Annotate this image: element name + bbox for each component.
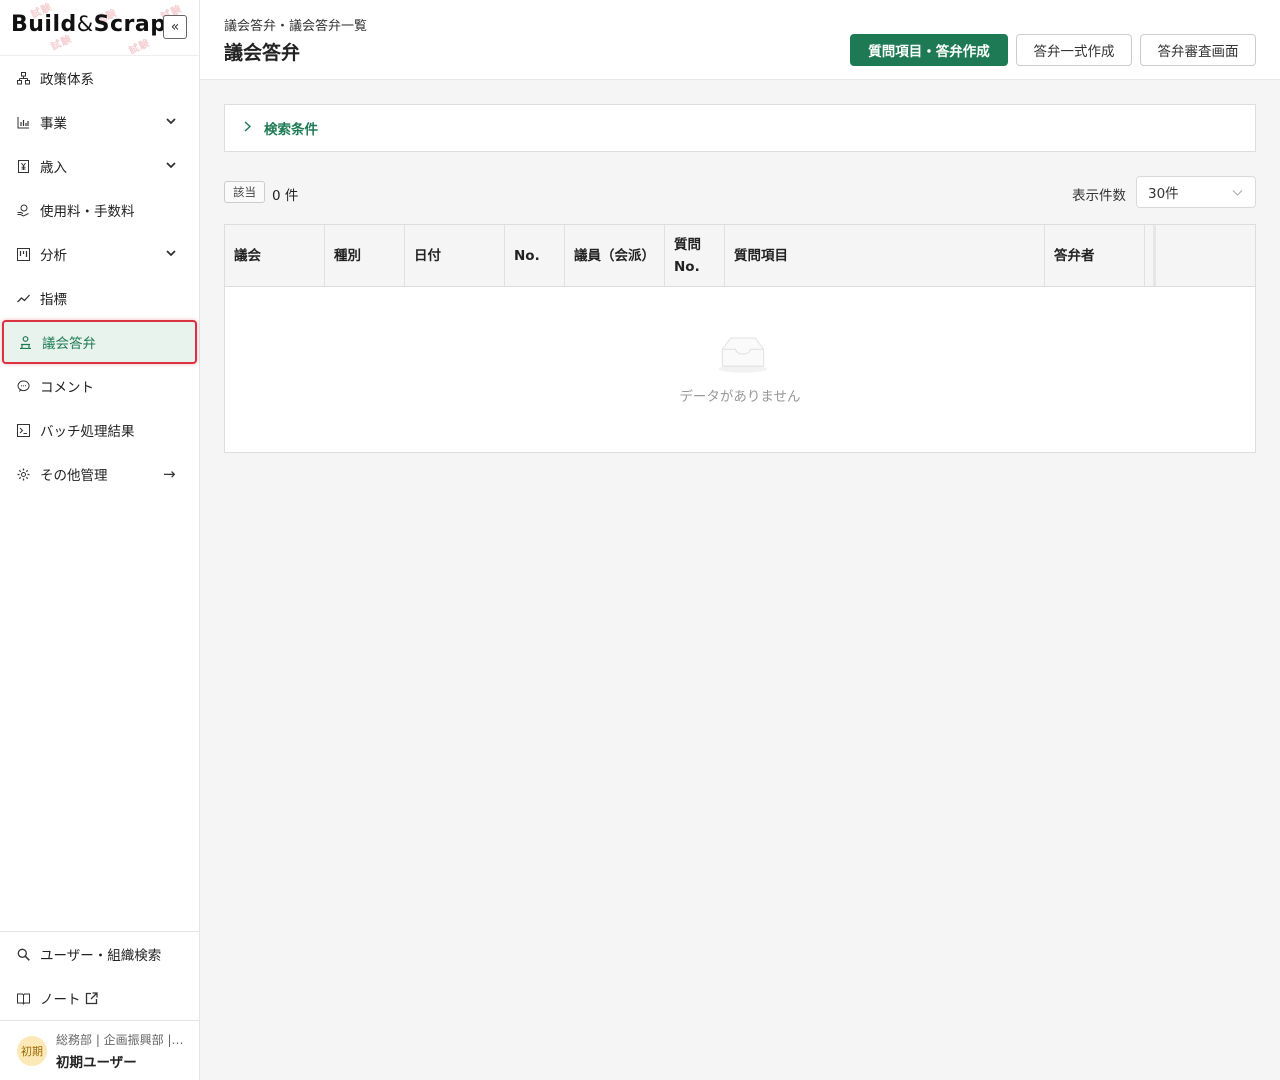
sidebar-item-label: 事業 xyxy=(40,116,67,132)
sidebar-item-label: その他管理 xyxy=(40,468,108,484)
sidebar-item-label: 使用料・手数料 xyxy=(40,204,135,220)
table-header: 議会 種別 日付 No. 議員（会派） 質問 No. 質問項目 答弁者 指 xyxy=(225,225,1255,287)
sidebar-item-assembly-answers[interactable]: 議会答弁 xyxy=(2,320,197,364)
empty-state: データがありません xyxy=(225,287,1255,452)
chevron-right-icon xyxy=(243,120,252,136)
sidebar-nav: 政策体系 事業 歳入 使用料・手数料 分析 指標 議会答弁 コメント バッチ処理… xyxy=(0,56,199,496)
sidebar-item-comments[interactable]: コメント xyxy=(0,364,199,408)
sidebar-item-label: ユーザー・組織検索 xyxy=(40,948,162,964)
double-chevron-left-icon: « xyxy=(170,19,180,35)
answer-review-button[interactable]: 答弁審査画面 xyxy=(1140,34,1256,66)
sidebar-item-policy-system[interactable]: 政策体系 xyxy=(0,56,199,100)
chevron-down-icon xyxy=(1232,190,1243,196)
logo-text-scrap: Scrap xyxy=(93,12,167,37)
app-logo[interactable]: Build&Scrap xyxy=(11,12,167,37)
sidebar-item-label: 指標 xyxy=(40,292,67,308)
create-answer-set-button[interactable]: 答弁一式作成 xyxy=(1016,34,1132,66)
empty-inbox-icon xyxy=(718,337,768,373)
main-content: 議会答弁・議会答弁一覧 議会答弁 質問項目・答弁作成 答弁一式作成 答弁審査画面… xyxy=(200,0,1280,1080)
create-question-answer-button[interactable]: 質問項目・答弁作成 xyxy=(850,34,1008,66)
terminal-icon xyxy=(16,423,30,437)
sidebar-item-notes[interactable]: ノート xyxy=(0,976,199,1020)
fixed-column-shadow xyxy=(1153,225,1156,286)
user-name: 初期ユーザー xyxy=(56,1054,137,1071)
sidebar-item-user-org-search[interactable]: ユーザー・組織検索 xyxy=(0,932,199,976)
sidebar-item-label: 分析 xyxy=(40,248,67,264)
sidebar-item-label: バッチ処理結果 xyxy=(40,424,135,440)
per-page-value: 30件 xyxy=(1148,186,1179,202)
search-conditions-label: 検索条件 xyxy=(264,122,318,138)
per-page-label: 表示件数 xyxy=(1072,188,1126,204)
column-header-question-number[interactable]: 質問 No. xyxy=(665,225,725,286)
collapse-sidebar-button[interactable]: « xyxy=(163,15,187,39)
external-link-icon xyxy=(85,991,98,1005)
book-icon xyxy=(16,991,30,1005)
podium-person-icon xyxy=(18,335,32,349)
results-toolbar: 該当 0 件 表示件数 30件 xyxy=(224,176,1256,208)
chevron-down-icon[interactable] xyxy=(164,114,178,128)
sidebar-item-other-admin[interactable]: その他管理 → xyxy=(0,452,199,496)
gear-icon xyxy=(16,467,30,481)
sidebar-footer: ユーザー・組織検索 ノート 初期 総務部 | 企画振興部 | … 初期ユーザー xyxy=(0,931,199,1080)
breadcrumb: 議会答弁・議会答弁一覧 xyxy=(224,19,368,34)
logo-text-build: Build xyxy=(11,12,77,37)
answers-table: 議会 種別 日付 No. 議員（会派） 質問 No. 質問項目 答弁者 指 デー… xyxy=(224,224,1256,453)
column-header-respondent[interactable]: 答弁者 xyxy=(1045,225,1145,286)
avatar: 初期 xyxy=(17,1035,47,1066)
sidebar-item-label: 議会答弁 xyxy=(42,336,96,352)
column-header-assembly[interactable]: 議会 xyxy=(225,225,325,286)
logo-ampersand: & xyxy=(76,12,94,36)
result-count-tag: 該当 xyxy=(224,181,265,203)
trend-line-icon xyxy=(16,291,30,305)
bar-chart-icon xyxy=(16,115,30,129)
sidebar-item-label: 歳入 xyxy=(40,160,67,176)
column-header-line: 質問 xyxy=(674,236,701,253)
arrow-right-icon: → xyxy=(163,465,176,483)
chevron-down-icon[interactable] xyxy=(164,246,178,260)
user-profile[interactable]: 初期 総務部 | 企画振興部 | … 初期ユーザー xyxy=(0,1020,199,1080)
column-header-line: No. xyxy=(674,258,700,275)
sidebar-item-batch-results[interactable]: バッチ処理結果 xyxy=(0,408,199,452)
watermark-stamp: 試験 xyxy=(127,37,153,56)
empty-state-text: データがありません xyxy=(679,389,801,405)
board-icon xyxy=(16,247,30,261)
page-header: 議会答弁・議会答弁一覧 議会答弁 質問項目・答弁作成 答弁一式作成 答弁審査画面 xyxy=(200,0,1280,80)
column-header-date[interactable]: 日付 xyxy=(405,225,505,286)
column-header-number[interactable]: No. xyxy=(505,225,565,286)
search-conditions-toggle[interactable]: 検索条件 xyxy=(224,104,1256,152)
sidebar-item-fees[interactable]: 使用料・手数料 xyxy=(0,188,199,232)
chat-bubble-icon xyxy=(16,379,30,393)
column-header-type[interactable]: 種別 xyxy=(325,225,405,286)
per-page-select[interactable]: 30件 xyxy=(1136,176,1256,208)
sitemap-icon xyxy=(16,71,30,85)
sidebar-item-label: ノート xyxy=(40,992,81,1008)
result-count: 0 件 xyxy=(272,188,299,204)
yen-receipt-icon xyxy=(16,159,30,173)
user-meta: 総務部 | 企画振興部 | … 初期ユーザー xyxy=(56,1031,186,1071)
column-header-question-item[interactable]: 質問項目 xyxy=(725,225,1045,286)
search-icon xyxy=(16,947,30,961)
sidebar-item-indicators[interactable]: 指標 xyxy=(0,276,199,320)
sidebar-item-label: コメント xyxy=(40,380,94,396)
sidebar-item-label: 政策体系 xyxy=(40,72,94,88)
hand-coin-icon xyxy=(16,203,30,217)
brand-header: 試験 試験 試験 試験 試験 Build&Scrap « xyxy=(0,0,199,56)
sidebar-item-analysis[interactable]: 分析 xyxy=(0,232,199,276)
user-org: 総務部 | 企画振興部 | … xyxy=(56,1032,186,1047)
sidebar-item-revenue[interactable]: 歳入 xyxy=(0,144,199,188)
column-header-member[interactable]: 議員（会派） xyxy=(565,225,665,286)
page-title: 議会答弁 xyxy=(224,42,301,64)
sidebar: 試験 試験 試験 試験 試験 Build&Scrap « 政策体系 事業 歳入 … xyxy=(0,0,200,1080)
sidebar-item-projects[interactable]: 事業 xyxy=(0,100,199,144)
chevron-down-icon[interactable] xyxy=(164,158,178,172)
